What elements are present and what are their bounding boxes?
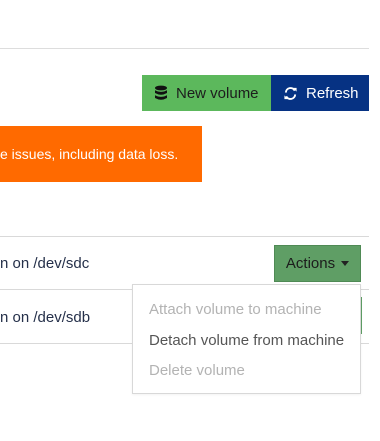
warning-alert: e issues, including data loss. xyxy=(0,126,202,182)
warning-alert-text: e issues, including data loss. xyxy=(0,146,179,162)
attach-volume-menu-item[interactable]: Attach volume to machine xyxy=(149,301,322,318)
actions-dropdown-menu: Attach volume to machine Detach volume f… xyxy=(132,284,361,394)
actions-label: Actions xyxy=(285,255,336,272)
database-icon xyxy=(154,85,168,101)
new-volume-button[interactable]: New volume xyxy=(142,75,271,111)
refresh-button[interactable]: Refresh xyxy=(271,75,369,111)
volume-row-text: n on /dev/sdc xyxy=(0,255,90,272)
caret-down-icon xyxy=(341,261,350,266)
actions-dropdown-button[interactable]: Actions xyxy=(274,245,361,282)
delete-volume-menu-item[interactable]: Delete volume xyxy=(149,362,245,379)
table-top-divider xyxy=(0,236,369,237)
top-divider xyxy=(0,48,369,49)
refresh-icon xyxy=(283,86,298,101)
refresh-label: Refresh xyxy=(306,84,359,102)
volume-row-text: n on /dev/sdb xyxy=(0,309,91,326)
new-volume-label: New volume xyxy=(176,84,259,102)
detach-volume-menu-item[interactable]: Detach volume from machine xyxy=(149,332,344,349)
